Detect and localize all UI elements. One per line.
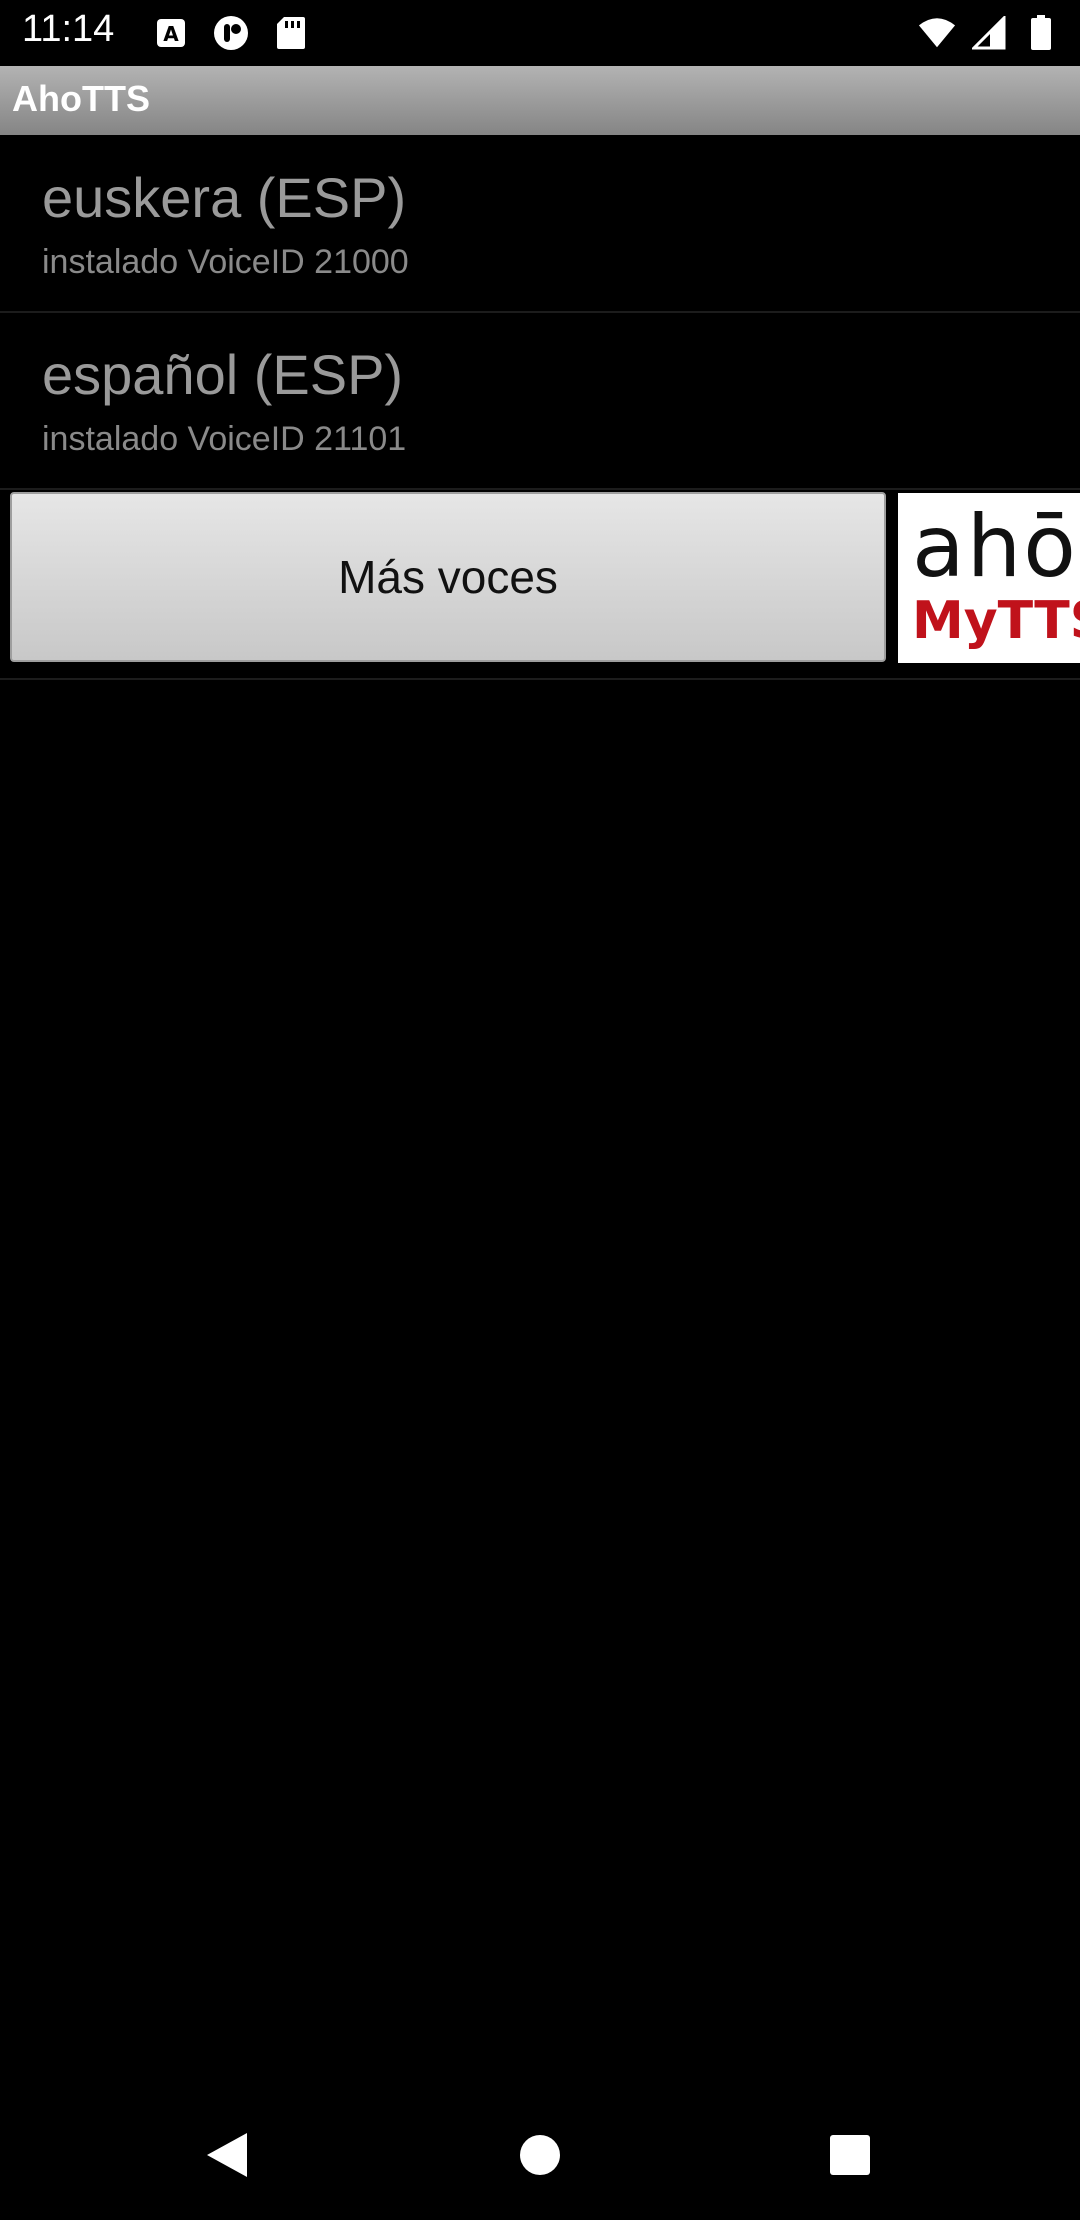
logo-bottom-text: MyTTS (912, 591, 1080, 651)
divider (0, 678, 1080, 680)
navigation-bar (0, 2090, 1080, 2220)
more-voices-button[interactable]: Más voces (10, 492, 886, 662)
voice-item-euskera[interactable]: euskera (ESP) instalado VoiceID 21000 (0, 135, 1080, 313)
voice-item-espanol[interactable]: español (ESP) instalado VoiceID 21101 (0, 312, 1080, 490)
recents-icon[interactable] (815, 2120, 885, 2190)
status-time: 11:14 (22, 8, 115, 50)
voice-status: instalado VoiceID 21101 (42, 420, 407, 458)
sd-card-icon (272, 14, 310, 52)
back-icon[interactable] (192, 2120, 262, 2190)
app-notification-icon (212, 14, 250, 52)
app-title-bar: AhoTTS (0, 66, 1080, 135)
font-icon: A (152, 14, 190, 52)
logo-top-text: ahō (912, 497, 1078, 597)
home-icon[interactable] (505, 2120, 575, 2190)
status-bar: 11:14 A (0, 0, 1080, 66)
signal-icon (970, 14, 1008, 52)
voice-name: español (ESP) (42, 343, 404, 406)
battery-icon (1022, 14, 1060, 52)
app-title: AhoTTS (12, 78, 150, 119)
wifi-icon (918, 14, 956, 52)
mytts-logo[interactable]: ahō MyTTS (898, 493, 1080, 663)
voice-status: instalado VoiceID 21000 (42, 243, 409, 281)
voice-name: euskera (ESP) (42, 166, 407, 229)
svg-text:A: A (163, 22, 179, 46)
